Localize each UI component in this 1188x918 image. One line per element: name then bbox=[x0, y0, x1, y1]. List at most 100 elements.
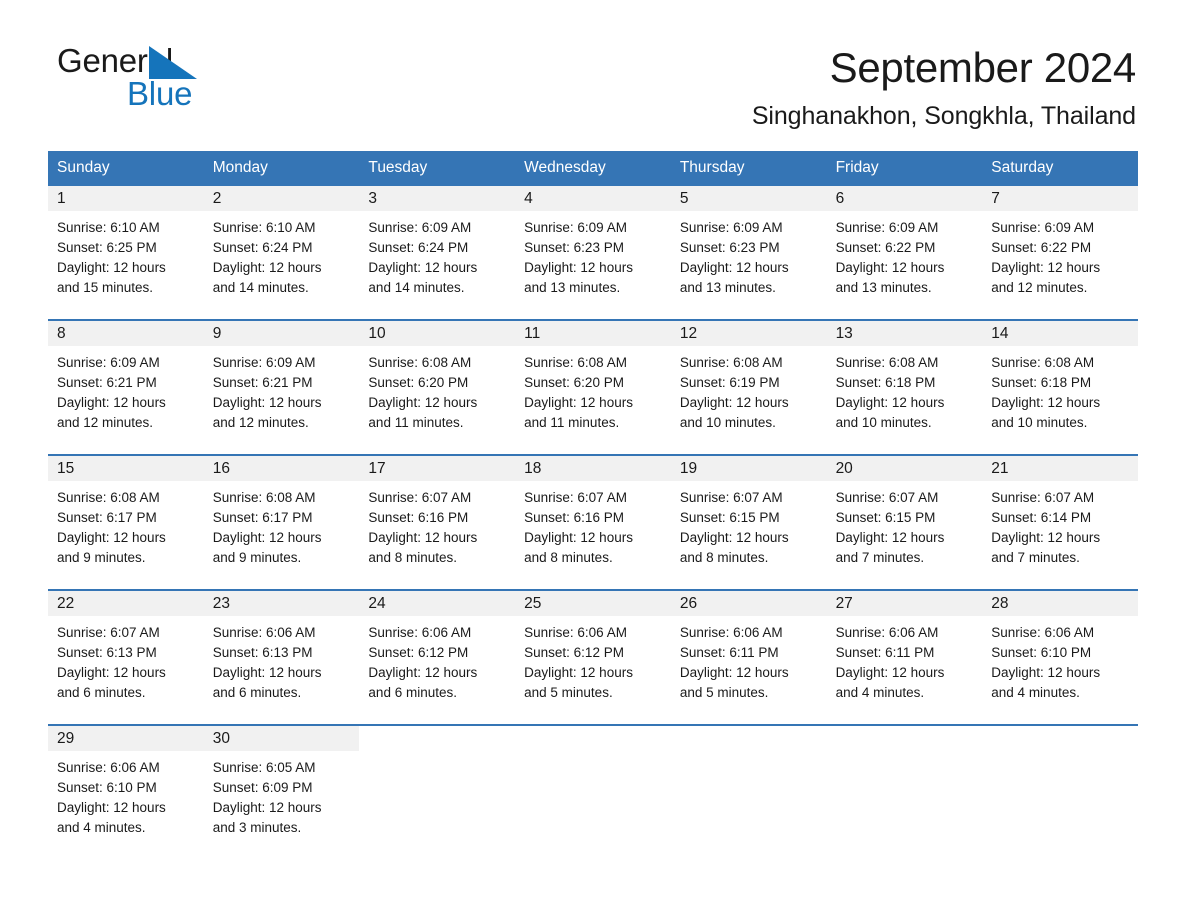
day-cell[interactable]: 7 Sunrise: 6:09 AM Sunset: 6:22 PM Dayli… bbox=[982, 186, 1138, 320]
daylight-text-line2: and 11 minutes. bbox=[524, 415, 620, 431]
day-cell[interactable]: 16 Sunrise: 6:08 AM Sunset: 6:17 PM Dayl… bbox=[203, 456, 360, 590]
day-number-band: 8 bbox=[48, 321, 204, 347]
weekday-friday: Friday bbox=[835, 158, 879, 176]
daylight-text-line1: Daylight: 12 hours bbox=[212, 260, 322, 276]
day-cell[interactable]: 19 Sunrise: 6:07 AM Sunset: 6:15 PM Dayl… bbox=[670, 456, 827, 590]
day-cell[interactable]: 27 Sunrise: 6:06 AM Sunset: 6:11 PM Dayl… bbox=[826, 591, 983, 725]
day-cell[interactable]: 17 Sunrise: 6:07 AM Sunset: 6:16 PM Dayl… bbox=[359, 456, 516, 590]
day-number: 13 bbox=[835, 325, 853, 343]
day-cell[interactable]: 2 Sunrise: 6:10 AM Sunset: 6:24 PM Dayli… bbox=[203, 186, 360, 320]
day-cell-empty bbox=[670, 726, 827, 847]
weekday-header-row: Sunday Monday Tuesday Wednesday Thursday… bbox=[48, 150, 1138, 187]
day-number: 16 bbox=[212, 460, 230, 478]
sunset-text: Sunset: 6:20 PM bbox=[524, 375, 624, 391]
day-number-band: 29 bbox=[48, 726, 204, 752]
daylight-text-line1: Daylight: 12 hours bbox=[212, 800, 322, 816]
weekday-thursday: Thursday bbox=[679, 158, 745, 176]
day-details: Sunrise: 6:08 AM Sunset: 6:19 PM Dayligh… bbox=[671, 346, 827, 433]
sunset-text: Sunset: 6:11 PM bbox=[835, 645, 935, 661]
calendar-week-row: 1 Sunrise: 6:10 AM Sunset: 6:25 PM Dayli… bbox=[48, 186, 1138, 320]
day-details: Sunrise: 6:07 AM Sunset: 6:15 PM Dayligh… bbox=[671, 481, 827, 568]
day-details: Sunrise: 6:06 AM Sunset: 6:11 PM Dayligh… bbox=[671, 616, 827, 703]
day-number-band: 4 bbox=[515, 186, 671, 212]
day-cell[interactable]: 9 Sunrise: 6:09 AM Sunset: 6:21 PM Dayli… bbox=[203, 321, 360, 455]
day-cell[interactable]: 13 Sunrise: 6:08 AM Sunset: 6:18 PM Dayl… bbox=[826, 321, 983, 455]
daylight-text-line2: and 13 minutes. bbox=[679, 280, 776, 296]
day-number: 17 bbox=[368, 460, 386, 478]
day-cell[interactable]: 20 Sunrise: 6:07 AM Sunset: 6:15 PM Dayl… bbox=[826, 456, 983, 590]
daylight-text-line1: Daylight: 12 hours bbox=[368, 260, 478, 276]
daylight-text-line2: and 7 minutes. bbox=[991, 550, 1080, 566]
sunset-text: Sunset: 6:10 PM bbox=[991, 645, 1092, 661]
daylight-text-line1: Daylight: 12 hours bbox=[524, 395, 633, 411]
day-cell[interactable]: 6 Sunrise: 6:09 AM Sunset: 6:22 PM Dayli… bbox=[826, 186, 983, 320]
day-cell[interactable]: 12 Sunrise: 6:08 AM Sunset: 6:19 PM Dayl… bbox=[670, 321, 827, 455]
day-cell[interactable]: 30 Sunrise: 6:05 AM Sunset: 6:09 PM Dayl… bbox=[203, 726, 360, 847]
day-cell[interactable]: 23 Sunrise: 6:06 AM Sunset: 6:13 PM Dayl… bbox=[203, 591, 360, 725]
day-details: Sunrise: 6:08 AM Sunset: 6:18 PM Dayligh… bbox=[827, 346, 983, 433]
day-number-band: 23 bbox=[203, 591, 360, 617]
day-number: 30 bbox=[212, 730, 230, 748]
daylight-text-line2: and 11 minutes. bbox=[368, 415, 464, 431]
day-cell[interactable]: 25 Sunrise: 6:06 AM Sunset: 6:12 PM Dayl… bbox=[515, 591, 671, 725]
sunrise-text: Sunrise: 6:06 AM bbox=[368, 625, 472, 641]
general-blue-logo[interactable]: General Blue bbox=[57, 44, 217, 116]
day-cell[interactable]: 22 Sunrise: 6:07 AM Sunset: 6:13 PM Dayl… bbox=[48, 591, 204, 725]
weekday-saturday: Saturday bbox=[991, 158, 1054, 176]
sunrise-text: Sunrise: 6:08 AM bbox=[57, 490, 160, 506]
daylight-text-line2: and 9 minutes. bbox=[212, 550, 302, 566]
daylight-text-line1: Daylight: 12 hours bbox=[524, 260, 633, 276]
day-cell[interactable]: 14 Sunrise: 6:08 AM Sunset: 6:18 PM Dayl… bbox=[982, 321, 1138, 455]
day-number-band: 11 bbox=[515, 321, 671, 347]
day-number-band: 24 bbox=[359, 591, 516, 617]
day-number: 20 bbox=[835, 460, 853, 478]
day-cell-empty bbox=[515, 726, 671, 847]
day-cell[interactable]: 29 Sunrise: 6:06 AM Sunset: 6:10 PM Dayl… bbox=[48, 726, 204, 847]
day-number: 19 bbox=[679, 460, 698, 478]
day-cell[interactable]: 8 Sunrise: 6:09 AM Sunset: 6:21 PM Dayli… bbox=[48, 321, 204, 455]
sunrise-text: Sunrise: 6:07 AM bbox=[368, 490, 472, 506]
daylight-text-line2: and 10 minutes. bbox=[991, 415, 1088, 431]
daylight-text-line2: and 13 minutes. bbox=[835, 280, 932, 296]
day-details: Sunrise: 6:07 AM Sunset: 6:16 PM Dayligh… bbox=[515, 481, 671, 568]
page-header: General Blue September 2024 Singhanakhon… bbox=[0, 0, 1188, 131]
sunrise-text: Sunrise: 6:06 AM bbox=[991, 625, 1095, 641]
daylight-text-line1: Daylight: 12 hours bbox=[679, 395, 789, 411]
daylight-text-line2: and 15 minutes. bbox=[57, 280, 154, 296]
day-cell[interactable]: 11 Sunrise: 6:08 AM Sunset: 6:20 PM Dayl… bbox=[515, 321, 671, 455]
daylight-text-line1: Daylight: 12 hours bbox=[57, 665, 166, 681]
day-number: 11 bbox=[524, 325, 541, 343]
daylight-text-line1: Daylight: 12 hours bbox=[991, 530, 1101, 546]
sunrise-text: Sunrise: 6:09 AM bbox=[835, 220, 939, 236]
day-cell[interactable]: 1 Sunrise: 6:10 AM Sunset: 6:25 PM Dayli… bbox=[48, 186, 204, 320]
day-cell[interactable]: 21 Sunrise: 6:07 AM Sunset: 6:14 PM Dayl… bbox=[982, 456, 1138, 590]
title-block: September 2024 Singhanakhon, Songkhla, T… bbox=[217, 44, 1136, 131]
day-cell[interactable]: 4 Sunrise: 6:09 AM Sunset: 6:23 PM Dayli… bbox=[515, 186, 671, 320]
day-number: 24 bbox=[368, 595, 386, 613]
day-cell[interactable]: 5 Sunrise: 6:09 AM Sunset: 6:23 PM Dayli… bbox=[670, 186, 827, 320]
day-number-band: 12 bbox=[670, 321, 827, 347]
day-cell[interactable]: 26 Sunrise: 6:06 AM Sunset: 6:11 PM Dayl… bbox=[670, 591, 827, 725]
daylight-text-line2: and 8 minutes. bbox=[524, 550, 613, 566]
day-number: 25 bbox=[524, 595, 542, 613]
sunrise-text: Sunrise: 6:09 AM bbox=[368, 220, 472, 236]
daylight-text-line1: Daylight: 12 hours bbox=[212, 395, 322, 411]
daylight-text-line2: and 14 minutes. bbox=[368, 280, 465, 296]
sunset-text: Sunset: 6:24 PM bbox=[212, 240, 313, 256]
calendar-grid: Sunday Monday Tuesday Wednesday Thursday… bbox=[48, 150, 1138, 847]
day-details: Sunrise: 6:09 AM Sunset: 6:22 PM Dayligh… bbox=[827, 211, 983, 298]
day-cell[interactable]: 28 Sunrise: 6:06 AM Sunset: 6:10 PM Dayl… bbox=[982, 591, 1138, 725]
calendar-page: General Blue September 2024 Singhanakhon… bbox=[0, 0, 1188, 918]
day-cell[interactable]: 15 Sunrise: 6:08 AM Sunset: 6:17 PM Dayl… bbox=[48, 456, 204, 590]
day-cell[interactable]: 18 Sunrise: 6:07 AM Sunset: 6:16 PM Dayl… bbox=[515, 456, 671, 590]
day-number: 15 bbox=[57, 460, 75, 478]
sunset-text: Sunset: 6:17 PM bbox=[57, 510, 157, 526]
day-number-band bbox=[671, 726, 827, 751]
day-number-band: 14 bbox=[982, 321, 1138, 347]
day-cell[interactable]: 3 Sunrise: 6:09 AM Sunset: 6:24 PM Dayli… bbox=[359, 186, 516, 320]
day-number-band: 19 bbox=[670, 456, 827, 482]
day-cell[interactable]: 10 Sunrise: 6:08 AM Sunset: 6:20 PM Dayl… bbox=[359, 321, 516, 455]
day-details: Sunrise: 6:07 AM Sunset: 6:14 PM Dayligh… bbox=[982, 481, 1138, 568]
sunset-text: Sunset: 6:15 PM bbox=[679, 510, 780, 526]
day-cell[interactable]: 24 Sunrise: 6:06 AM Sunset: 6:12 PM Dayl… bbox=[359, 591, 516, 725]
